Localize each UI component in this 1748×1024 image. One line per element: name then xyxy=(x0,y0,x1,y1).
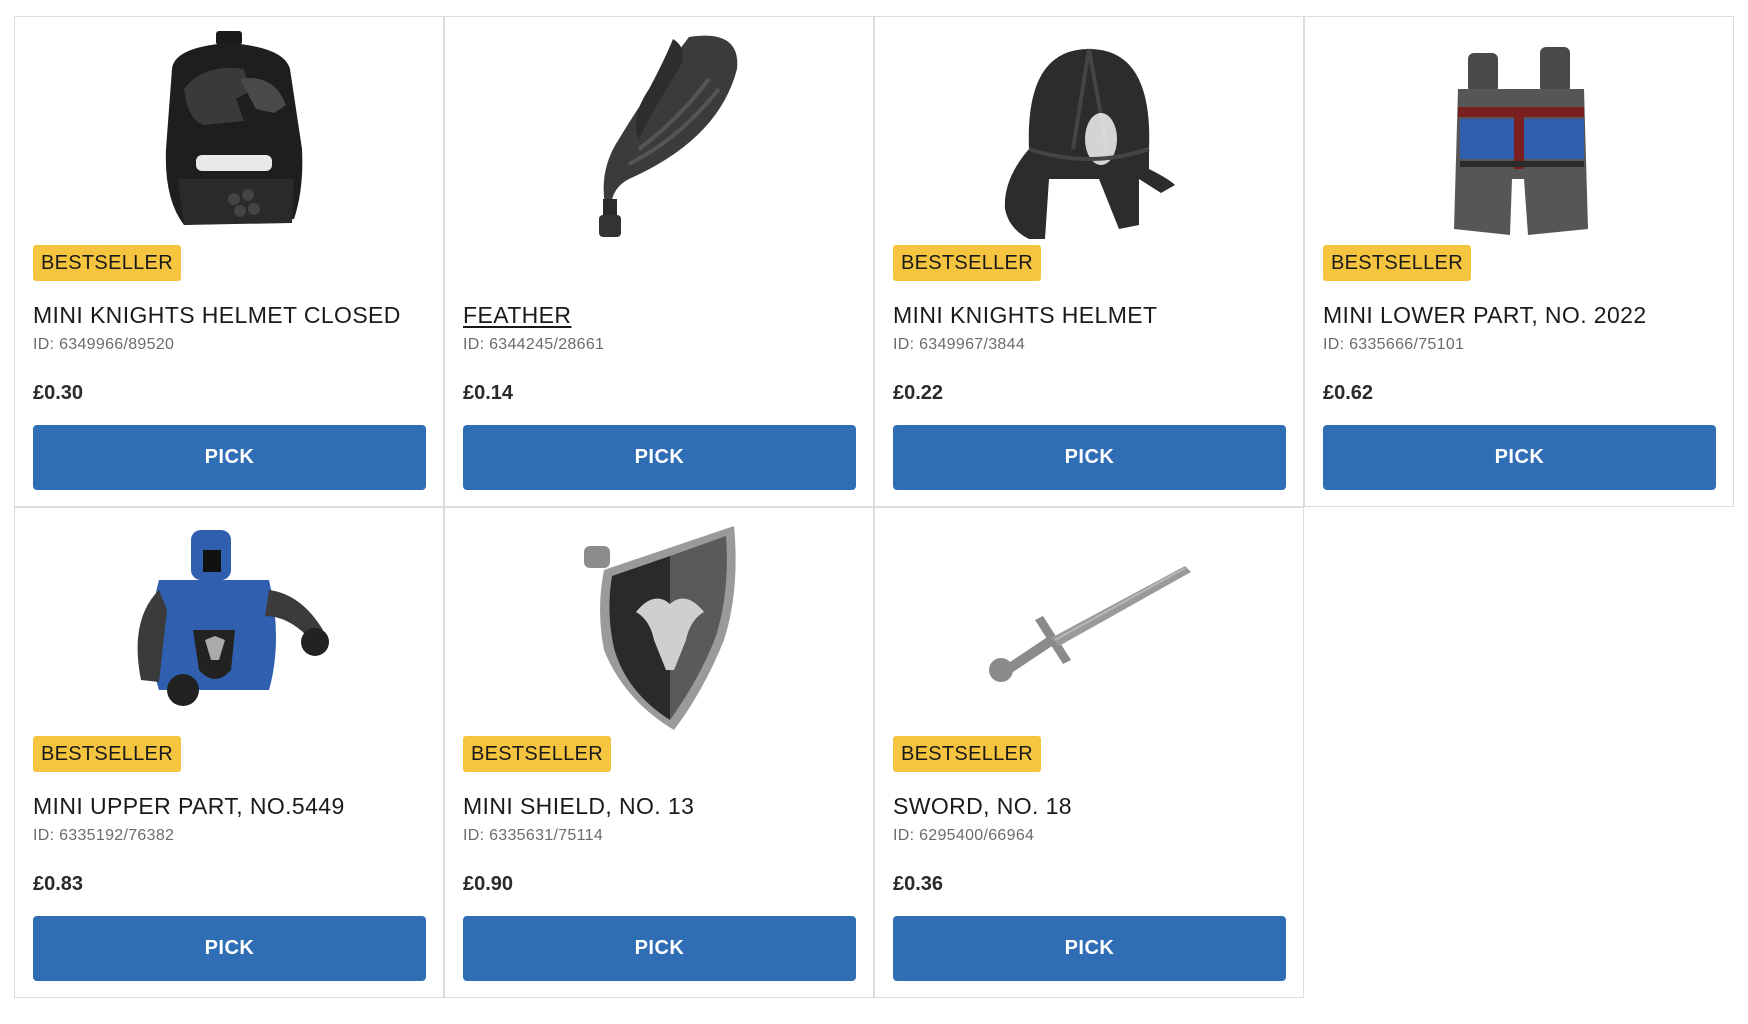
product-title[interactable]: SWORD, NO. 18 xyxy=(893,793,1072,820)
product-title[interactable]: MINI UPPER PART, NO.5449 xyxy=(33,793,345,820)
bestseller-badge: BESTSELLER xyxy=(1323,245,1471,281)
knight-helmet-icon xyxy=(1004,48,1175,239)
product-id: ID: 6349966/89520 xyxy=(33,336,175,353)
feather-plume-icon xyxy=(599,35,738,237)
product-id: ID: 6344245/28661 xyxy=(463,336,605,353)
product-id: ID: 6335631/75114 xyxy=(463,827,604,844)
bestseller-badge: BESTSELLER xyxy=(893,736,1041,772)
product-card[interactable]: BESTSELLER SWORD, NO. 18 ID: 6295400/669… xyxy=(874,507,1304,998)
product-image[interactable] xyxy=(875,17,1303,247)
bestseller-badge: BESTSELLER xyxy=(463,736,611,772)
product-image[interactable] xyxy=(15,508,443,738)
product-price: £0.90 xyxy=(463,873,514,895)
product-title[interactable]: FEATHER xyxy=(463,302,571,329)
bestseller-badge: BESTSELLER xyxy=(33,736,181,772)
closed-knight-helmet-icon xyxy=(165,31,303,225)
product-card[interactable]: BESTSELLER MINI LOWER PART, NO. 2022 ID:… xyxy=(1304,16,1734,507)
product-image[interactable] xyxy=(1305,17,1733,247)
product-title[interactable]: MINI KNIGHTS HELMET CLOSED xyxy=(33,302,401,329)
product-id: ID: 6295400/66964 xyxy=(893,827,1035,844)
bestseller-badge: BESTSELLER xyxy=(893,245,1041,281)
product-id: ID: 6335192/76382 xyxy=(33,827,175,844)
product-card[interactable]: BESTSELLER MINI KNIGHTS HELMET CLOSED ID… xyxy=(14,16,444,507)
pick-button[interactable]: PICK xyxy=(33,425,426,490)
eagle-shield-icon xyxy=(584,526,736,730)
product-image[interactable] xyxy=(15,17,443,247)
pick-button[interactable]: PICK xyxy=(463,916,856,981)
product-title[interactable]: MINI SHIELD, NO. 13 xyxy=(463,793,694,820)
product-image[interactable] xyxy=(445,508,873,738)
product-price: £0.22 xyxy=(893,382,944,404)
pick-button[interactable]: PICK xyxy=(893,425,1286,490)
product-title[interactable]: MINI KNIGHTS HELMET xyxy=(893,302,1157,329)
product-price: £0.14 xyxy=(463,382,514,404)
minifig-legs-icon xyxy=(1454,47,1588,235)
product-title[interactable]: MINI LOWER PART, NO. 2022 xyxy=(1323,302,1647,329)
product-price: £0.36 xyxy=(893,873,944,895)
pick-button[interactable]: PICK xyxy=(893,916,1286,981)
product-image[interactable] xyxy=(445,17,873,247)
bestseller-badge: BESTSELLER xyxy=(33,245,181,281)
product-card[interactable]: BESTSELLER MINI KNIGHTS HELMET ID: 63499… xyxy=(874,16,1304,507)
product-price: £0.30 xyxy=(33,382,84,404)
product-id: ID: 6349967/3844 xyxy=(893,336,1026,353)
product-card[interactable]: FEATHER ID: 6344245/28661 £0.14 PICK xyxy=(444,16,874,507)
product-card[interactable]: BESTSELLER MINI UPPER PART, NO.5449 ID: … xyxy=(14,507,444,998)
minifig-torso-icon xyxy=(137,530,329,706)
pick-button[interactable]: PICK xyxy=(463,425,856,490)
sword-icon xyxy=(989,566,1191,682)
pick-button[interactable]: PICK xyxy=(1323,425,1716,490)
product-id: ID: 6335666/75101 xyxy=(1323,336,1465,353)
product-price: £0.83 xyxy=(33,873,84,895)
product-price: £0.62 xyxy=(1323,382,1374,404)
product-image[interactable] xyxy=(875,508,1303,738)
product-card[interactable]: BESTSELLER MINI SHIELD, NO. 13 ID: 63356… xyxy=(444,507,874,998)
pick-button[interactable]: PICK xyxy=(33,916,426,981)
